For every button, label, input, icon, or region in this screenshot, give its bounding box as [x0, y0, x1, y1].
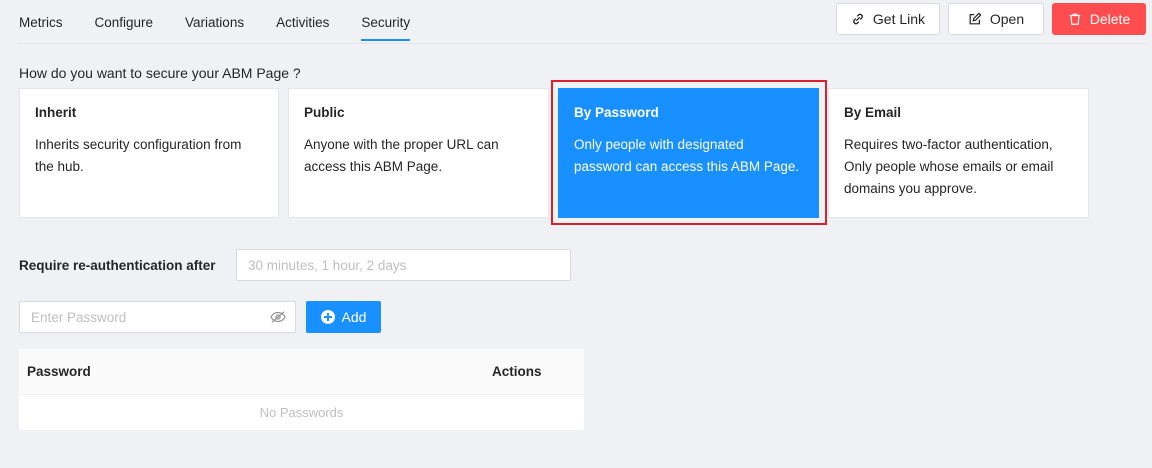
add-password-button[interactable]: Add [306, 301, 381, 333]
tab-divider [19, 43, 1146, 44]
open-label: Open [989, 11, 1025, 27]
security-question: How do you want to secure your ABM Page … [19, 65, 301, 81]
tab-activities[interactable]: Activities [276, 0, 329, 44]
option-description: Requires two-factor authentication, Only… [844, 137, 1054, 196]
tab-metrics[interactable]: Metrics [19, 0, 63, 44]
option-card-inherit[interactable]: Inherit Inherits security configuration … [19, 88, 279, 218]
table-header: Password Actions [19, 349, 584, 395]
option-description: Only people with designated password can… [574, 137, 800, 174]
option-title: By Email [844, 105, 902, 120]
option-card-by-email[interactable]: By Email Requires two-factor authenticat… [828, 88, 1089, 218]
eye-hidden-icon[interactable] [270, 310, 286, 324]
tab-security[interactable]: Security [361, 0, 410, 44]
option-card-public[interactable]: Public Anyone with the proper URL can ac… [288, 88, 549, 218]
column-header-password: Password [27, 364, 91, 379]
tab-variations[interactable]: Variations [185, 0, 244, 44]
add-label: Add [341, 309, 367, 325]
plus-circle-icon [320, 310, 335, 324]
open-button[interactable]: Open [948, 3, 1044, 35]
table-empty-state: No Passwords [259, 405, 344, 420]
option-description: Anyone with the proper URL can access th… [304, 137, 499, 174]
option-title: Inherit [35, 105, 77, 120]
delete-button[interactable]: Delete [1052, 3, 1146, 35]
option-card-by-password[interactable]: By Password Only people with designated … [558, 88, 819, 218]
tab-configure[interactable]: Configure [95, 0, 154, 44]
get-link-button[interactable]: Get Link [836, 3, 940, 35]
edit-icon [969, 12, 982, 25]
option-description: Inherits security configuration from the… [35, 137, 242, 174]
reauth-label: Require re-authentication after [19, 258, 216, 273]
option-title: By Password [574, 105, 659, 120]
password-field [19, 301, 296, 333]
option-title: Public [304, 105, 345, 120]
passwords-table: Password Actions No Passwords [19, 349, 584, 430]
delete-label: Delete [1089, 11, 1131, 27]
tab-bar: Metrics Configure Variations Activities … [19, 0, 442, 44]
reauth-duration-input[interactable] [236, 249, 571, 281]
trash-icon [1069, 13, 1081, 25]
security-page: Metrics Configure Variations Activities … [0, 0, 1152, 468]
link-icon [853, 13, 863, 25]
get-link-label: Get Link [872, 11, 926, 27]
column-header-actions: Actions [492, 364, 542, 379]
password-input[interactable] [19, 301, 296, 333]
